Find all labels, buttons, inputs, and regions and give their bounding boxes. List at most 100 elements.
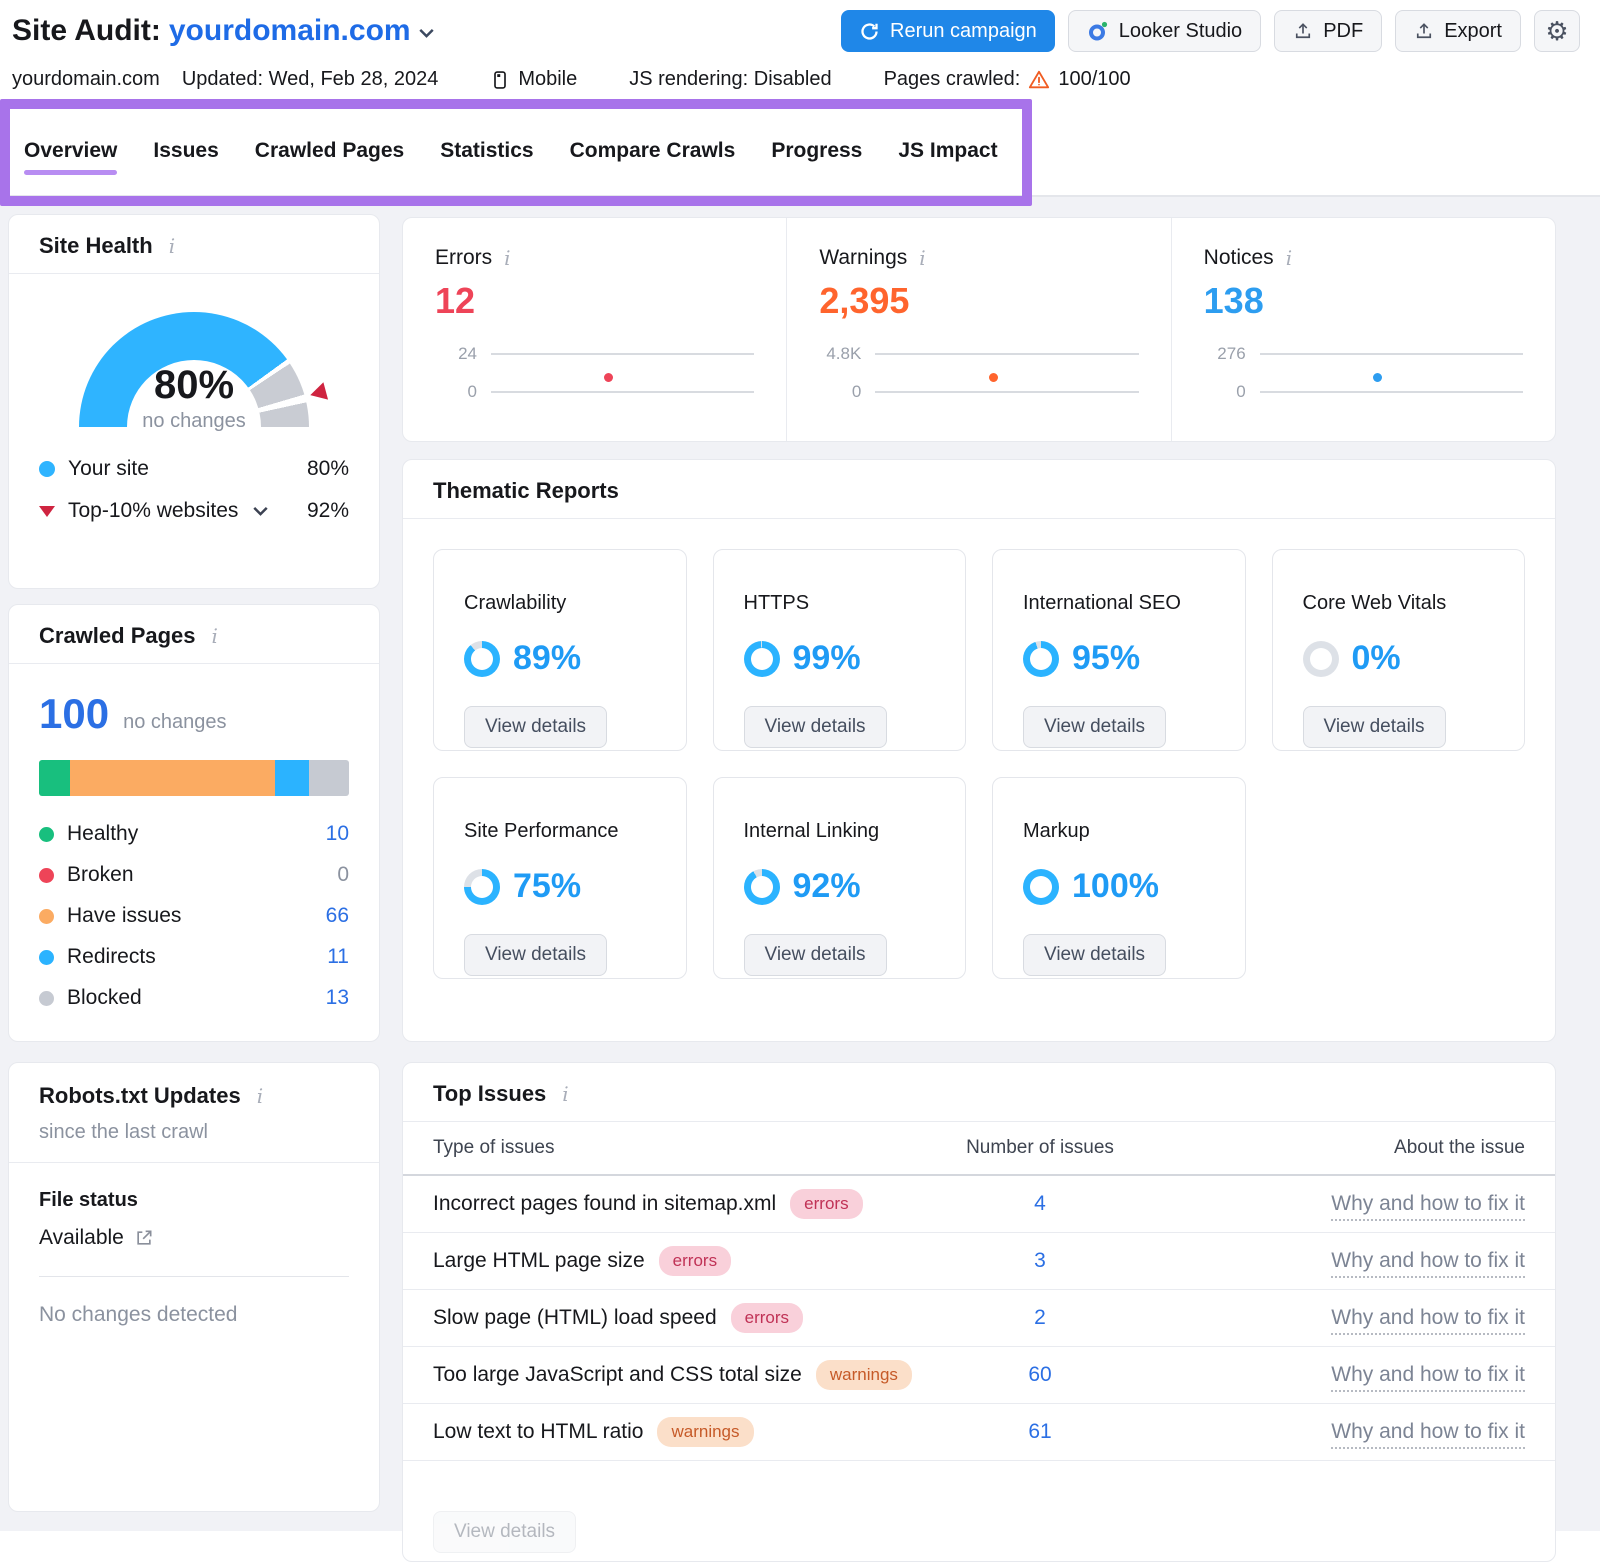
gear-icon: ⚙ [1545, 18, 1568, 44]
tab-issues[interactable]: Issues [153, 139, 218, 181]
tab-statistics[interactable]: Statistics [440, 139, 533, 181]
issue-count-link[interactable]: 61 [915, 1420, 1165, 1444]
table-row: Too large JavaScript and CSS total size … [403, 1347, 1555, 1404]
warnings-count[interactable]: 2,395 [819, 280, 1138, 322]
why-how-to-fix-link[interactable]: Why and how to fix it [1165, 1306, 1525, 1330]
report-internal-linking: Internal Linking 92% View details [713, 777, 967, 979]
chevron-down-icon[interactable] [253, 506, 268, 516]
warning-triangle-icon [1028, 69, 1050, 91]
tab-compare-crawls[interactable]: Compare Crawls [570, 139, 736, 181]
view-details-button[interactable]: View details [744, 934, 887, 976]
tab-js-impact[interactable]: JS Impact [898, 139, 997, 181]
bar-segment-redirects[interactable] [275, 760, 309, 796]
progress-ring-icon [464, 869, 500, 905]
info-icon[interactable]: i [915, 246, 929, 270]
settings-button[interactable]: ⚙ [1534, 10, 1580, 52]
status-badge: warnings [816, 1360, 912, 1390]
issues-summary-card: Errors i 12 24 0 Warnings i 2,395 4.8K [402, 217, 1556, 442]
crawled-pages-stacked-bar [39, 760, 349, 796]
view-details-button[interactable]: View details [1303, 706, 1446, 748]
crawled-pages-change: no changes [123, 711, 226, 734]
view-details-button[interactable]: View details [464, 934, 607, 976]
view-details-button[interactable]: View details [1023, 706, 1166, 748]
report-https: HTTPS 99% View details [713, 549, 967, 751]
why-how-to-fix-link[interactable]: Why and how to fix it [1165, 1192, 1525, 1216]
top-issues-title: Top Issues [433, 1081, 546, 1107]
crawled-pages-total[interactable]: 100 [39, 690, 109, 738]
issue-count-link[interactable]: 60 [915, 1363, 1165, 1387]
site-health-score: 80% [79, 363, 309, 408]
top-issues-card: Top Issues i Type of issues Number of is… [402, 1062, 1556, 1562]
notices-count[interactable]: 138 [1204, 280, 1523, 322]
status-badge: errors [790, 1189, 862, 1219]
progress-ring-icon [744, 869, 780, 905]
meta-domain: yourdomain.com [12, 68, 160, 91]
looker-studio-button[interactable]: Looker Studio [1068, 10, 1261, 52]
site-health-card: Site Health i 80% no changes Your site 8… [8, 214, 380, 589]
robots-no-changes: No changes detected [39, 1303, 349, 1327]
upload-icon [1293, 21, 1313, 41]
left-column: Site Health i 80% no changes Your site 8… [8, 214, 380, 1531]
benchmark-marker-icon [308, 382, 328, 404]
progress-ring-icon [1303, 641, 1339, 677]
site-health-title: Site Health [39, 233, 153, 259]
pdf-button[interactable]: PDF [1274, 10, 1382, 52]
site-health-gauge: 80% no changes [79, 312, 309, 427]
robots-subtitle: since the last crawl [39, 1121, 349, 1144]
status-badge: warnings [657, 1417, 753, 1447]
external-link-icon[interactable] [134, 1228, 154, 1248]
view-details-button[interactable]: View details [433, 1511, 576, 1553]
tab-progress[interactable]: Progress [771, 139, 862, 181]
crawled-pages-title: Crawled Pages [39, 623, 196, 649]
tab-crawled-pages[interactable]: Crawled Pages [255, 139, 404, 181]
crawled-pages-card: Crawled Pages i 100 no changes [8, 604, 380, 1042]
file-status-label: File status [39, 1189, 349, 1212]
bar-segment-have-issues[interactable] [70, 760, 275, 796]
why-how-to-fix-link[interactable]: Why and how to fix it [1165, 1420, 1525, 1444]
data-point-dot [989, 373, 998, 382]
progress-ring-icon [1023, 869, 1059, 905]
legend-item-healthy: Healthy 10 [39, 822, 349, 846]
blue-dot-icon [39, 950, 54, 965]
report-markup: Markup 100% View details [992, 777, 1246, 979]
info-icon[interactable]: i [208, 624, 222, 648]
why-how-to-fix-link[interactable]: Why and how to fix it [1165, 1249, 1525, 1273]
view-details-button[interactable]: View details [464, 706, 607, 748]
tab-overview[interactable]: Overview [24, 139, 117, 181]
bar-segment-healthy[interactable] [39, 760, 70, 796]
view-details-button[interactable]: View details [744, 706, 887, 748]
progress-ring-icon [1023, 641, 1059, 677]
view-details-button[interactable]: View details [1023, 934, 1166, 976]
green-dot-icon [39, 827, 54, 842]
meta-updated: Updated: Wed, Feb 28, 2024 [182, 68, 438, 91]
errors-count[interactable]: 12 [435, 280, 754, 322]
info-icon[interactable]: i [500, 246, 514, 270]
issue-count-link[interactable]: 2 [915, 1306, 1165, 1330]
info-icon[interactable]: i [1282, 246, 1296, 270]
legend-item-broken: Broken 0 [39, 863, 349, 887]
campaign-meta: yourdomain.com Updated: Wed, Feb 28, 202… [12, 52, 1580, 91]
legend-item-have-issues: Have issues 66 [39, 904, 349, 928]
robots-title: Robots.txt Updates [39, 1083, 241, 1109]
info-icon[interactable]: i [558, 1082, 572, 1106]
campaign-domain-link[interactable]: yourdomain.com [169, 14, 411, 48]
info-icon[interactable]: i [253, 1084, 267, 1108]
domain-dropdown-chevron-icon[interactable] [419, 28, 434, 38]
meta-pages-crawled: Pages crawled: 100/100 [884, 68, 1131, 91]
bar-segment-blocked[interactable] [309, 760, 349, 796]
info-icon[interactable]: i [165, 234, 179, 258]
issue-count-link[interactable]: 3 [915, 1249, 1165, 1273]
file-status-value: Available [39, 1226, 124, 1250]
issue-count-link[interactable]: 4 [915, 1192, 1165, 1216]
rerun-campaign-button[interactable]: Rerun campaign [841, 10, 1055, 52]
export-button[interactable]: Export [1395, 10, 1521, 52]
page-title-label: Site Audit: [12, 14, 161, 48]
status-badge: errors [731, 1303, 803, 1333]
legend-item-benchmark: Top-10% websites 92% [39, 499, 349, 523]
gray-dot-icon [39, 991, 54, 1006]
report-site-performance: Site Performance 75% View details [433, 777, 687, 979]
why-how-to-fix-link[interactable]: Why and how to fix it [1165, 1363, 1525, 1387]
tabs-divider [0, 195, 1600, 197]
refresh-icon [859, 21, 880, 42]
errors-sparkline: 24 0 [435, 344, 754, 402]
